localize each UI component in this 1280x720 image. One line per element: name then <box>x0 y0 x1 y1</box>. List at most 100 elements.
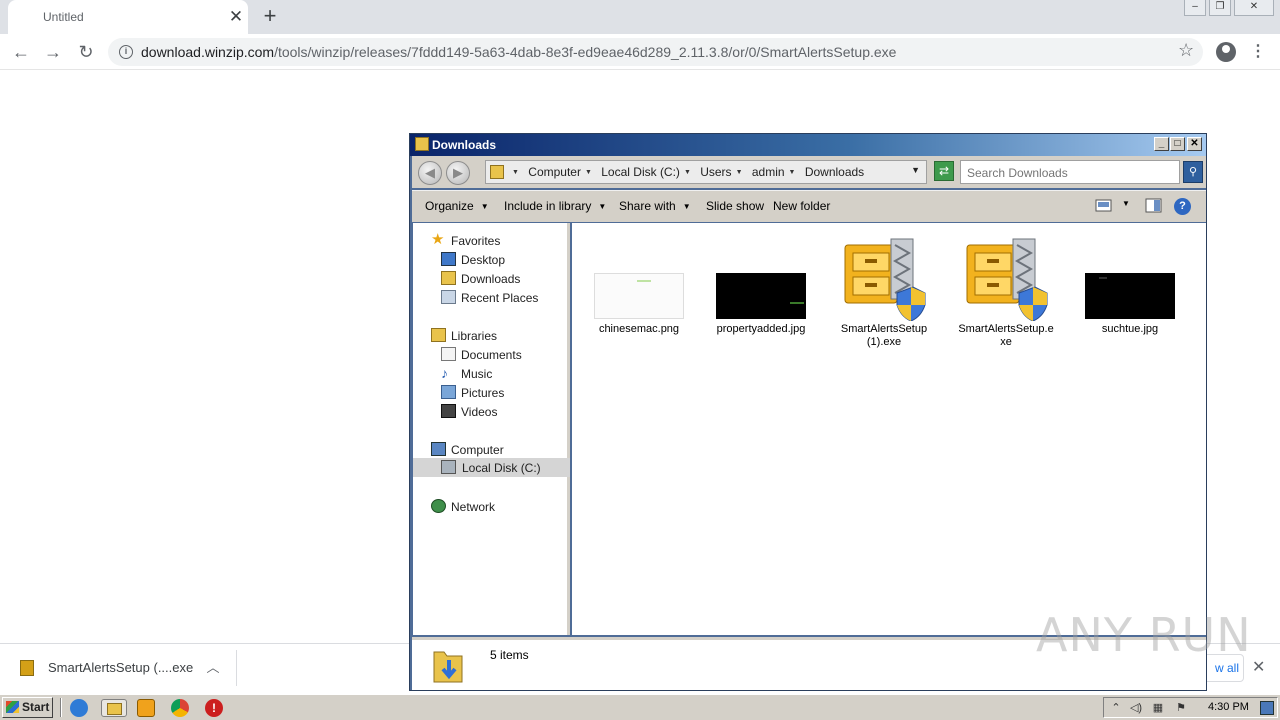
dropdown-arrow-icon: ▼ <box>598 202 607 211</box>
forward-arrow-icon[interactable]: ▶ <box>446 161 470 185</box>
explorer-command-bar: Organize ▼ Include in library ▼ Share with… <box>412 190 1206 222</box>
new-tab-icon[interactable]: + <box>258 4 282 28</box>
reload-icon[interactable]: ↻ <box>74 40 98 64</box>
file-item[interactable]: SmartAlertsSetup.e xe <box>951 235 1061 348</box>
show-desktop-icon[interactable] <box>1260 701 1274 715</box>
file-item[interactable]: chinesemac.png <box>584 273 694 343</box>
include-in-library-label: Include in library <box>504 199 592 213</box>
chevron-up-icon[interactable]: ︿ <box>204 657 222 675</box>
search-input[interactable] <box>967 166 1167 180</box>
breadcrumb-arrow-icon[interactable]: ▼ <box>585 169 592 176</box>
nav-music[interactable]: ♪ Music <box>441 365 561 384</box>
star-icon: ★ <box>431 231 445 248</box>
browser-menu-icon[interactable]: ⋮ <box>1250 40 1266 64</box>
organize-label: Organize <box>425 199 474 213</box>
nav-desktop[interactable]: Desktop <box>441 251 561 270</box>
breadcrumb-arrow-icon[interactable]: ▼ <box>684 169 691 176</box>
media-player-icon[interactable] <box>137 699 155 717</box>
nav-pictures[interactable]: Pictures <box>441 384 561 403</box>
share-with-button[interactable]: Share with ▼ <box>619 199 691 213</box>
new-folder-button[interactable]: New folder <box>773 199 830 213</box>
breadcrumb-downloads[interactable]: Downloads <box>805 165 864 179</box>
profile-avatar-icon[interactable] <box>1216 42 1236 62</box>
start-button[interactable]: Start <box>2 697 53 718</box>
show-hidden-icons-chevron-icon[interactable]: ⌃ <box>1109 701 1123 715</box>
refresh-icon[interactable]: ⇄ <box>934 161 954 181</box>
breadcrumb-computer[interactable]: Computer <box>528 165 581 179</box>
nav-libraries[interactable]: Libraries <box>431 327 561 346</box>
videos-icon <box>441 404 456 418</box>
maximize-icon[interactable]: □ <box>1170 137 1185 151</box>
close-download-bar-icon[interactable]: ✕ <box>1252 657 1265 677</box>
breadcrumb-arrow-icon[interactable]: ▼ <box>789 169 796 176</box>
address-bar[interactable]: i download.winzip.com/tools/winzip/relea… <box>108 38 1203 66</box>
url-text[interactable]: download.winzip.com/tools/winzip/release… <box>141 44 896 60</box>
tab-close-icon[interactable]: ✕ <box>226 7 246 27</box>
breadcrumb-users[interactable]: Users <box>700 165 731 179</box>
nav-recent-places[interactable]: Recent Places <box>441 289 561 308</box>
help-icon[interactable]: ? <box>1174 198 1191 215</box>
downloads-folder-icon <box>433 651 463 683</box>
close-icon[interactable]: ✕ <box>1187 137 1202 151</box>
nav-network[interactable]: Network <box>431 498 561 517</box>
security-alert-icon[interactable]: ! <box>205 699 223 717</box>
site-info-icon[interactable]: i <box>119 45 133 59</box>
taskbar: Start ! ⌃ ◁) ▦ ⚑ 4:30 PM <box>0 694 1280 720</box>
nav-label: Favorites <box>451 234 501 248</box>
restore-window-icon[interactable]: ❐ <box>1209 0 1231 16</box>
close-window-icon[interactable]: ✕ <box>1234 0 1274 16</box>
preview-pane-icon[interactable] <box>1145 198 1163 214</box>
download-item-name[interactable]: SmartAlertsSetup (....exe <box>48 660 193 675</box>
drive-icon <box>441 460 456 474</box>
download-separator <box>236 650 237 686</box>
bookmark-star-icon[interactable]: ☆ <box>1178 40 1194 61</box>
action-center-flag-icon[interactable]: ⚑ <box>1174 701 1188 715</box>
explorer-titlebar[interactable]: Downloads _ □ ✕ <box>410 134 1206 156</box>
include-in-library-button[interactable]: Include in library ▼ <box>504 199 606 213</box>
breadcrumb-arrow-icon[interactable]: ▼ <box>736 169 743 176</box>
nav-label: Local Disk (C:) <box>462 461 541 475</box>
nav-documents[interactable]: Documents <box>441 346 561 365</box>
breadcrumb-arrow-icon[interactable]: ▼ <box>512 169 519 176</box>
image-thumbnail <box>716 273 806 319</box>
change-view-icon[interactable] <box>1095 198 1113 214</box>
minimize-window-icon[interactable]: – <box>1184 0 1206 16</box>
nav-favorites[interactable]: ★ Favorites <box>431 232 561 251</box>
view-options-dropdown-icon[interactable]: ▼ <box>1122 199 1130 208</box>
file-item[interactable]: propertyadded.jpg <box>706 273 816 343</box>
slide-show-button[interactable]: Slide show <box>706 199 764 213</box>
breadcrumb-local-disk[interactable]: Local Disk (C:) <box>601 165 680 179</box>
search-icon[interactable]: ⚲ <box>1183 161 1203 183</box>
nav-label: Computer <box>451 443 504 457</box>
file-item[interactable]: SmartAlertsSetup (1).exe <box>829 235 939 348</box>
browser-tab[interactable]: Untitled ✕ <box>8 0 248 34</box>
file-item[interactable]: suchtue.jpg <box>1075 273 1185 343</box>
chrome-icon[interactable] <box>171 699 189 717</box>
system-tray: ⌃ ◁) ▦ ⚑ 4:30 PM <box>1103 697 1278 718</box>
address-history-dropdown-icon[interactable]: ▼ <box>911 165 920 175</box>
network-tray-icon[interactable]: ▦ <box>1151 701 1165 715</box>
search-field[interactable] <box>960 160 1180 184</box>
breadcrumb[interactable]: ▼ Computer ▼ Local Disk (C:) ▼ Users ▼ admi… <box>485 160 927 184</box>
minimize-icon[interactable]: _ <box>1154 137 1169 151</box>
organize-button[interactable]: Organize ▼ <box>425 199 489 213</box>
explorer-address-row: ◀ ▶ ▼ Computer ▼ Local Disk (C:) ▼ Users ▼ … <box>412 156 1206 188</box>
image-thumbnail <box>594 273 684 319</box>
nav-videos[interactable]: Videos <box>441 403 561 422</box>
nav-local-disk[interactable]: Local Disk (C:) <box>413 458 570 477</box>
item-count: 5 items <box>490 648 529 662</box>
nav-downloads[interactable]: Downloads <box>441 270 561 289</box>
internet-explorer-icon[interactable] <box>70 699 88 717</box>
url-host: download.winzip.com <box>141 44 275 60</box>
back-arrow-icon[interactable]: ← <box>9 40 33 64</box>
file-name-line: SmartAlertsSetup.e <box>958 323 1054 335</box>
windows-explorer-icon[interactable] <box>101 699 127 717</box>
installer-file-icon <box>20 660 34 676</box>
start-label: Start <box>22 700 50 714</box>
back-arrow-icon[interactable]: ◀ <box>418 161 442 185</box>
breadcrumb-admin[interactable]: admin <box>752 165 785 179</box>
volume-icon[interactable]: ◁) <box>1129 701 1143 715</box>
file-name: suchtue.jpg <box>1101 323 1159 335</box>
clock[interactable]: 4:30 PM <box>1208 701 1249 713</box>
forward-arrow-icon[interactable]: → <box>41 40 65 64</box>
